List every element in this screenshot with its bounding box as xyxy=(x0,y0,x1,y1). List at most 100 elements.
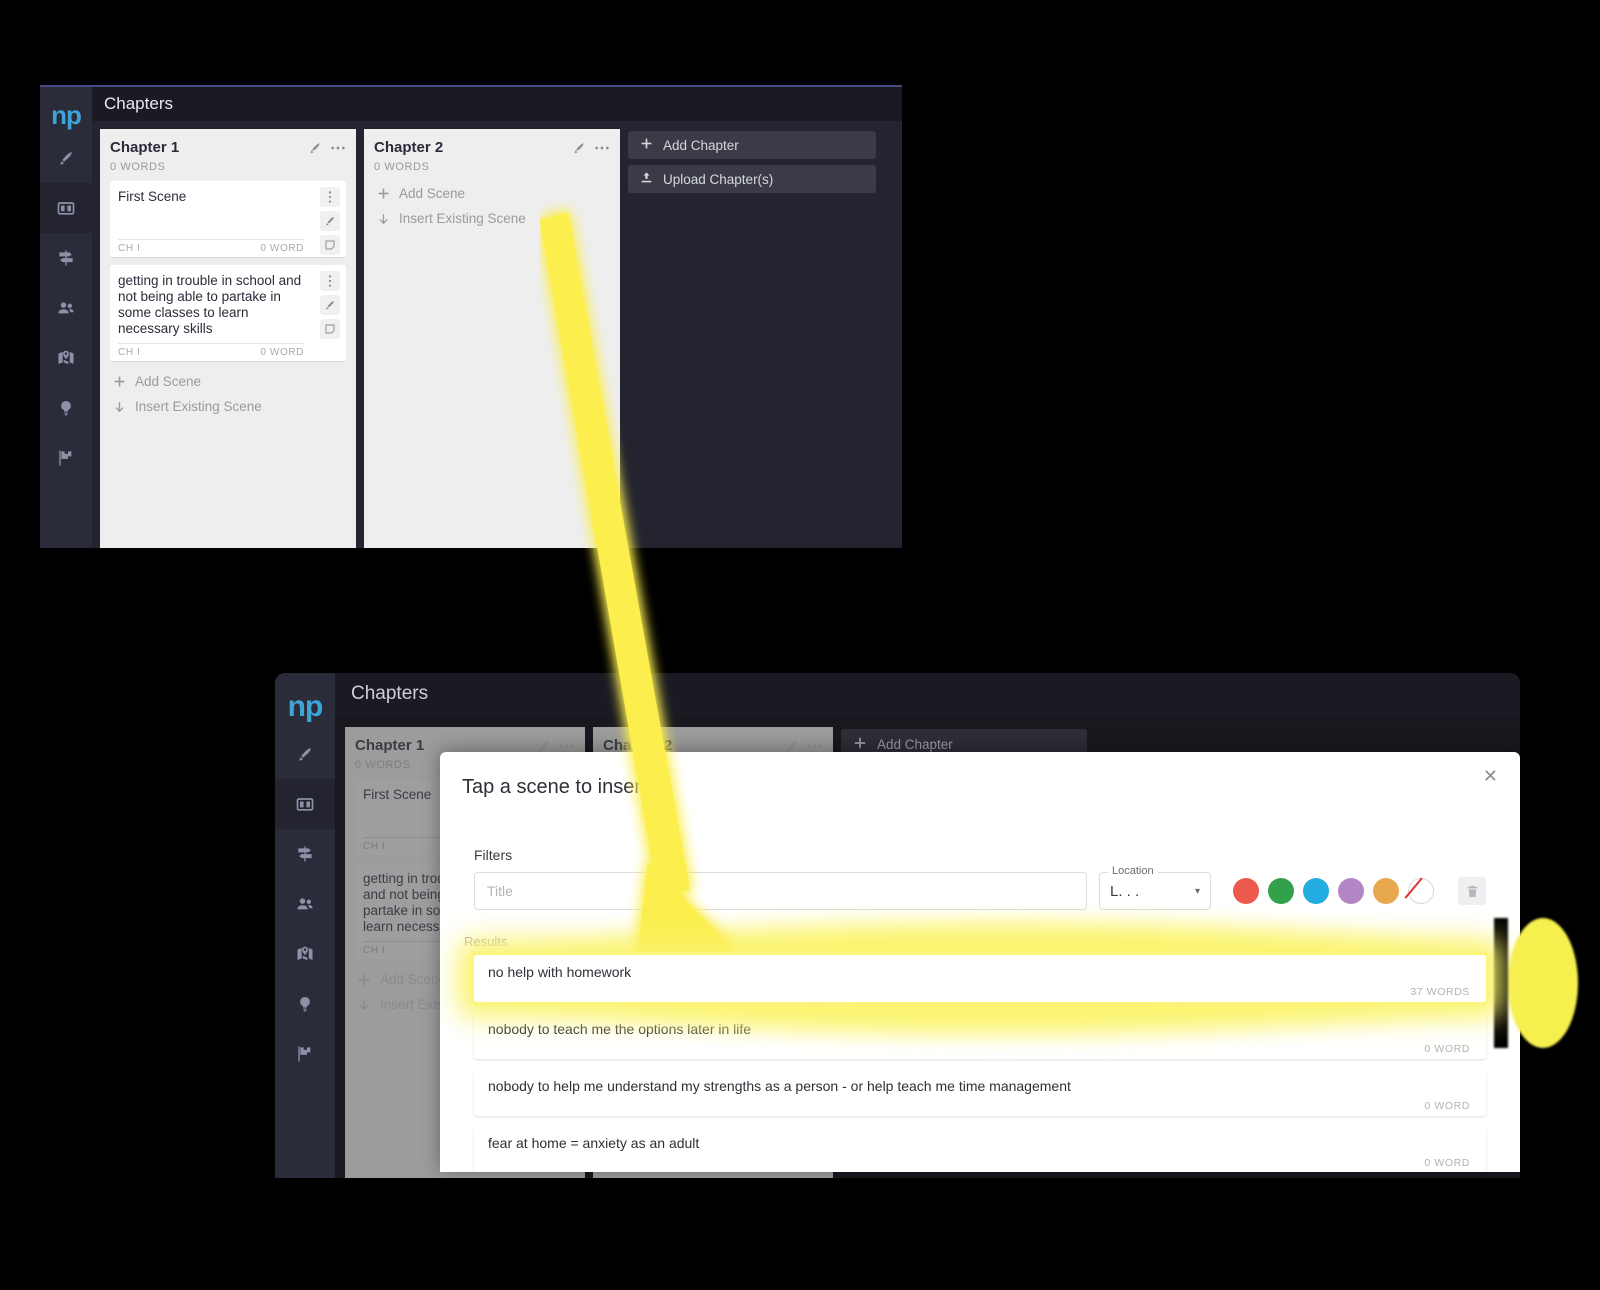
result-row[interactable]: nobody to teach me the options later in … xyxy=(474,1012,1486,1059)
results-list: no help with homework 37 WORDS nobody to… xyxy=(440,955,1520,1172)
add-chapter-button[interactable]: Add Chapter xyxy=(628,131,876,159)
chapter-header: Chapter 1 xyxy=(110,139,346,156)
add-scene-button[interactable]: Add Scene xyxy=(110,369,346,394)
swatch-green[interactable] xyxy=(1268,878,1294,904)
location-value: L. . . xyxy=(1110,882,1140,900)
add-chapter-label: Add Chapter xyxy=(877,736,953,752)
locations-map-icon[interactable] xyxy=(275,929,335,979)
chapters-board: Chapter 1 0 WORDS First Scene CH I 0 WOR… xyxy=(92,121,902,548)
scene-chapter-tag: CH I xyxy=(363,945,386,956)
swatch-none[interactable] xyxy=(1408,878,1434,904)
scene-tools xyxy=(320,187,340,255)
clear-filters-trash-icon[interactable] xyxy=(1458,877,1486,905)
left-nav-rail: np xyxy=(275,673,335,1178)
finish-flag-icon[interactable] xyxy=(40,433,92,483)
swatch-purple[interactable] xyxy=(1338,878,1364,904)
board-actions: Add Chapter Upload Chapter(s) xyxy=(628,129,876,193)
chapter-header: Chapter 2 xyxy=(374,139,610,156)
scene-title: getting in trouble in school and not bei… xyxy=(118,273,302,336)
scene-word-count: 0 WORD xyxy=(260,347,304,358)
result-word-count: 0 WORD xyxy=(1424,1100,1470,1112)
plus-icon xyxy=(376,187,390,200)
window-header: Chapters xyxy=(335,673,1520,715)
upload-chapters-button[interactable]: Upload Chapter(s) xyxy=(628,165,876,193)
scene-title: First Scene xyxy=(118,189,187,204)
write-pen-icon[interactable] xyxy=(40,133,92,183)
edit-pen-icon[interactable] xyxy=(785,739,799,753)
write-pen-icon[interactable] xyxy=(275,729,335,779)
arrow-down-icon xyxy=(112,400,126,414)
upload-chapters-label: Upload Chapter(s) xyxy=(663,171,774,187)
plus-icon xyxy=(357,973,371,987)
scene-more-icon[interactable] xyxy=(320,271,340,291)
add-scene-button[interactable]: Add Scene xyxy=(374,181,610,206)
signpost-icon[interactable] xyxy=(40,233,92,283)
result-row[interactable]: no help with homework 37 WORDS xyxy=(474,955,1486,1002)
plus-icon xyxy=(112,375,126,388)
filters-section: Filters Location L. . . ▾ xyxy=(440,799,1520,910)
chapter-more-icon[interactable] xyxy=(594,145,610,151)
filters-label: Filters xyxy=(474,847,513,863)
scene-edit-pen-icon[interactable] xyxy=(320,295,340,315)
window-header: Chapters xyxy=(92,87,902,121)
insert-existing-scene-button[interactable]: Insert Existing Scene xyxy=(110,394,346,419)
arrow-down-icon xyxy=(376,212,390,226)
chapter-more-icon[interactable] xyxy=(330,145,346,151)
insert-existing-label: Insert Existing Scene xyxy=(399,211,526,226)
locations-map-icon[interactable] xyxy=(40,333,92,383)
characters-icon[interactable] xyxy=(40,283,92,333)
screenshot-stage: np Chapters Chapter 1 0 WORDS First Scen… xyxy=(0,0,1600,1290)
edit-pen-icon[interactable] xyxy=(537,739,551,753)
result-word-count: 0 WORD xyxy=(1424,1043,1470,1055)
board-icon[interactable] xyxy=(275,779,335,829)
swatch-blue[interactable] xyxy=(1303,878,1329,904)
edit-pen-icon[interactable] xyxy=(308,141,322,155)
upload-icon xyxy=(640,171,653,187)
arrow-down-icon xyxy=(357,997,371,1012)
color-filter-swatches xyxy=(1233,878,1434,904)
chapter-title[interactable]: Chapter 2 xyxy=(374,139,564,156)
lightbulb-icon[interactable] xyxy=(40,383,92,433)
scene-note-icon[interactable] xyxy=(320,319,340,339)
scene-card[interactable]: getting in trouble in school and not bei… xyxy=(110,265,346,361)
lightbulb-icon[interactable] xyxy=(275,979,335,1029)
insert-existing-scene-button[interactable]: Insert Existing Scene xyxy=(374,206,610,231)
scene-chapter-tag: CH I xyxy=(118,347,141,358)
scene-note-icon[interactable] xyxy=(320,235,340,255)
characters-icon[interactable] xyxy=(275,879,335,929)
swatch-red[interactable] xyxy=(1233,878,1259,904)
scene-card[interactable]: First Scene CH I 0 WORD xyxy=(110,181,346,257)
chapter-title[interactable]: Chapter 1 xyxy=(110,139,300,156)
chapter-word-count: 0 WORDS xyxy=(110,161,166,173)
result-title: nobody to teach me the options later in … xyxy=(488,1021,752,1037)
insert-scene-modal: Tap a scene to insert it ✕ Filters Locat… xyxy=(440,752,1520,1172)
finish-flag-icon[interactable] xyxy=(275,1029,335,1079)
chapter-more-icon[interactable] xyxy=(559,743,575,749)
board-icon[interactable] xyxy=(40,183,92,233)
app-window-top: np Chapters Chapter 1 0 WORDS First Scen… xyxy=(40,85,902,548)
scene-more-icon[interactable] xyxy=(320,187,340,207)
swatch-orange[interactable] xyxy=(1373,878,1399,904)
scene-edit-pen-icon[interactable] xyxy=(320,211,340,231)
signpost-icon[interactable] xyxy=(275,829,335,879)
plus-icon xyxy=(853,736,867,753)
app-logo[interactable]: np xyxy=(288,685,324,729)
close-icon[interactable]: ✕ xyxy=(1483,767,1498,785)
edit-pen-icon[interactable] xyxy=(572,141,586,155)
add-chapter-label: Add Chapter xyxy=(663,137,739,153)
add-scene-label: Add Scene xyxy=(380,972,447,987)
add-scene-label: Add Scene xyxy=(399,186,466,201)
add-scene-label: Add Scene xyxy=(135,374,202,389)
app-logo[interactable]: np xyxy=(51,97,82,133)
result-row[interactable]: fear at home = anxiety as an adult 0 WOR… xyxy=(474,1126,1486,1172)
plus-icon xyxy=(640,137,653,153)
filters-row: Location L. . . ▾ xyxy=(474,865,1486,910)
title-filter-input[interactable] xyxy=(474,872,1087,910)
scene-footer: CH I 0 WORD xyxy=(118,239,304,257)
result-row[interactable]: nobody to help me understand my strength… xyxy=(474,1069,1486,1116)
result-title: fear at home = anxiety as an adult xyxy=(488,1135,700,1151)
location-legend: Location xyxy=(1108,865,1158,877)
insert-existing-label: Insert Existing Scene xyxy=(135,399,262,414)
location-select[interactable]: Location L. . . ▾ xyxy=(1099,865,1211,910)
chapter-more-icon[interactable] xyxy=(807,743,823,749)
